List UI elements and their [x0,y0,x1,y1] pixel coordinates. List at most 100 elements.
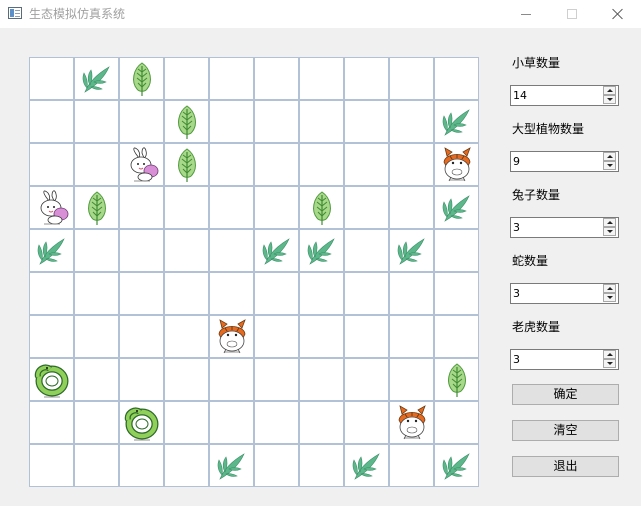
grid-cell[interactable] [164,358,209,401]
maximize-button[interactable] [549,0,595,28]
grid-cell[interactable] [29,229,74,272]
grid-cell[interactable] [119,186,164,229]
grid-cell[interactable] [29,186,74,229]
grid-cell[interactable] [299,143,344,186]
grass-count-input[interactable] [513,87,601,104]
grid-cell[interactable] [434,57,479,100]
spin-down-arrow-icon[interactable] [603,293,616,302]
grid-cell[interactable] [299,100,344,143]
grid-cell[interactable] [119,444,164,487]
grid-cell[interactable] [389,57,434,100]
spin-up-arrow-icon[interactable] [603,86,616,95]
spin-down-arrow-icon[interactable] [603,227,616,236]
grid-cell[interactable] [299,186,344,229]
grid-cell[interactable] [209,100,254,143]
grid-cell[interactable] [344,229,389,272]
snake-count-spinbox[interactable] [510,283,619,304]
grid-cell[interactable] [299,272,344,315]
grid-cell[interactable] [164,401,209,444]
spin-up-arrow-icon[interactable] [603,152,616,161]
grid-cell[interactable] [254,358,299,401]
grid-cell[interactable] [119,143,164,186]
grid-cell[interactable] [209,315,254,358]
grid-cell[interactable] [164,444,209,487]
grid-cell[interactable] [434,186,479,229]
grid-cell[interactable] [209,358,254,401]
grid-cell[interactable] [119,272,164,315]
grid-cell[interactable] [344,358,389,401]
grid-cell[interactable] [344,100,389,143]
grid-cell[interactable] [389,444,434,487]
grid-cell[interactable] [74,143,119,186]
grid-cell[interactable] [164,315,209,358]
grass-count-spinbox[interactable] [510,85,619,106]
spin-up-arrow-icon[interactable] [603,218,616,227]
grid-cell[interactable] [209,57,254,100]
grid-cell[interactable] [119,401,164,444]
grid-cell[interactable] [29,401,74,444]
grid-cell[interactable] [74,401,119,444]
grid-cell[interactable] [434,100,479,143]
grid-cell[interactable] [119,358,164,401]
grid-cell[interactable] [29,57,74,100]
grid-cell[interactable] [389,315,434,358]
grid-cell[interactable] [254,444,299,487]
grid-cell[interactable] [254,229,299,272]
grid-cell[interactable] [389,143,434,186]
tiger-count-spinbox[interactable] [510,349,619,370]
grid-cell[interactable] [299,229,344,272]
grid-cell[interactable] [209,444,254,487]
grid-cell[interactable] [119,100,164,143]
grid-cell[interactable] [29,143,74,186]
grid-cell[interactable] [389,229,434,272]
grid-cell[interactable] [389,186,434,229]
grid-cell[interactable] [209,186,254,229]
grid-cell[interactable] [299,315,344,358]
grid-cell[interactable] [164,143,209,186]
grid-cell[interactable] [74,315,119,358]
grid-cell[interactable] [74,186,119,229]
grid-cell[interactable] [254,272,299,315]
grid-cell[interactable] [209,229,254,272]
plant-count-spinbox[interactable] [510,151,619,172]
grid-cell[interactable] [254,315,299,358]
clear-button[interactable]: 清空 [512,420,619,441]
grid-cell[interactable] [119,315,164,358]
spin-down-arrow-icon[interactable] [603,359,616,368]
grid-cell[interactable] [434,315,479,358]
grid-cell[interactable] [29,358,74,401]
exit-button[interactable]: 退出 [512,456,619,477]
grid-cell[interactable] [254,186,299,229]
grid-cell[interactable] [74,100,119,143]
rabbit-count-input[interactable] [513,219,601,236]
spin-up-arrow-icon[interactable] [603,284,616,293]
grid-cell[interactable] [254,100,299,143]
spin-down-arrow-icon[interactable] [603,95,616,104]
grid-cell[interactable] [164,57,209,100]
grid-cell[interactable] [164,186,209,229]
grid-cell[interactable] [434,358,479,401]
grid-cell[interactable] [434,401,479,444]
grid-cell[interactable] [119,57,164,100]
grid-cell[interactable] [164,272,209,315]
grid-cell[interactable] [254,401,299,444]
grid-cell[interactable] [299,358,344,401]
grid-cell[interactable] [434,143,479,186]
grid-cell[interactable] [344,186,389,229]
spin-up-arrow-icon[interactable] [603,350,616,359]
grid-cell[interactable] [299,57,344,100]
grid-cell[interactable] [299,444,344,487]
grid-cell[interactable] [209,272,254,315]
grid-cell[interactable] [209,401,254,444]
grid-cell[interactable] [74,358,119,401]
grid-cell[interactable] [344,401,389,444]
grid-cell[interactable] [299,401,344,444]
grid-cell[interactable] [209,143,254,186]
grid-cell[interactable] [29,315,74,358]
confirm-button[interactable]: 确定 [512,384,619,405]
spin-down-arrow-icon[interactable] [603,161,616,170]
plant-count-input[interactable] [513,153,601,170]
tiger-count-input[interactable] [513,351,601,368]
grid-cell[interactable] [434,229,479,272]
grid-cell[interactable] [164,229,209,272]
